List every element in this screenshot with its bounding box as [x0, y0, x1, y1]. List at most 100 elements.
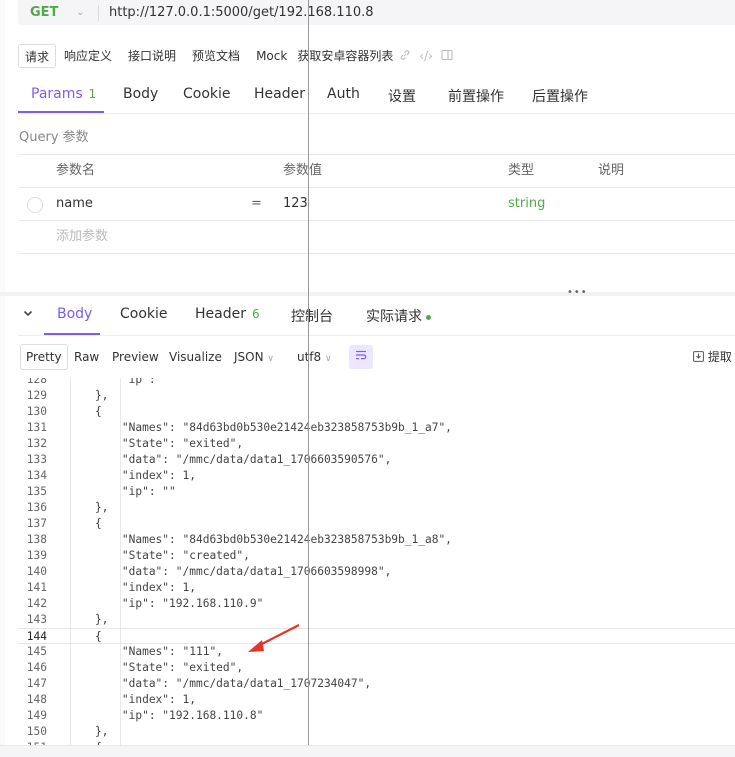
col-param-name: 参数名 [56, 163, 96, 178]
tab-auth[interactable]: Auth [327, 86, 360, 102]
tab-header[interactable]: Header [254, 86, 305, 102]
code-line: 133 "data": "/mmc/data/data1_17066035905… [18, 452, 735, 468]
subtab-mock[interactable]: Mock [248, 44, 295, 68]
params-table: 参数名 参数值 类型 说明 name = 123 string 添加参数 [19, 154, 735, 254]
line-number: 138 [26, 533, 47, 546]
code-text: }, [68, 501, 109, 514]
line-number: 136 [26, 501, 47, 514]
code-text: "ip": "192.168.110.8" [68, 709, 264, 722]
tab-params[interactable]: Params 1 [31, 86, 96, 102]
code-text: "Names": "84d63bd0b530e21424eb323858753b… [68, 421, 452, 434]
code-text: "index": 1, [68, 581, 196, 594]
url-bar: GET ⌄ http://127.0.0.1:5000/get/192.168.… [18, 0, 735, 25]
code-line: 132 "State": "exited", [18, 436, 735, 452]
url-input[interactable]: http://127.0.0.1:5000/get/192.168.110.8 [109, 5, 374, 20]
line-number: 139 [26, 549, 47, 562]
table-row: name = 123 string [19, 188, 735, 221]
response-code-viewer[interactable]: 128 "ip": "" 129 }, 130 {131 "Names": "84d… [18, 378, 735, 745]
line-number: 133 [26, 453, 47, 466]
divider [98, 4, 99, 21]
subtab-request[interactable]: 请求 [18, 44, 57, 68]
code-line: 142 "ip": "192.168.110.9" [18, 596, 735, 612]
line-number: 145 [26, 645, 47, 658]
panel-splitter[interactable] [0, 292, 735, 296]
tab-body[interactable]: Body [123, 86, 158, 102]
link-icon[interactable] [395, 49, 415, 64]
code-line: 140 "data": "/mmc/data/data1_17066035989… [18, 564, 735, 580]
response-tab-body[interactable]: Body [57, 306, 92, 322]
subtab-api-doc[interactable]: 接口说明 [120, 44, 184, 68]
col-description: 说明 [598, 163, 625, 178]
line-number: 140 [26, 565, 47, 578]
extract-button[interactable]: 提取 [693, 344, 732, 370]
code-line: 141 "index": 1, [18, 580, 735, 596]
encoding-select[interactable]: utf8 ∨ [297, 344, 332, 372]
equals-sign: = [251, 196, 262, 211]
view-visualize[interactable]: Visualize [169, 344, 222, 370]
response-tab-header[interactable]: Header 6 [195, 306, 260, 322]
code-text: "ip": "192.168.110.9" [68, 597, 264, 610]
collapse-chevron-icon[interactable] [22, 307, 34, 322]
code-text: "ip": "" [68, 485, 176, 498]
tab-label: Params [31, 86, 83, 102]
line-number: 144 [26, 630, 47, 643]
code-text: "State": "exited", [68, 661, 244, 674]
chevron-down-icon: ∨ [325, 354, 332, 364]
tab-cookie[interactable]: Cookie [183, 86, 231, 102]
params-count-badge: 1 [88, 87, 97, 101]
code-line: 144 { [18, 628, 735, 644]
line-number: 142 [26, 597, 47, 610]
request-subbar: 请求 响应定义 接口说明 预览文档 Mock 获取安卓容器列表 ‹/› [18, 44, 457, 68]
query-section-title: Query 参数 [19, 130, 89, 145]
panel-icon[interactable] [437, 49, 457, 64]
line-number: 149 [26, 709, 47, 722]
wrap-lines-icon[interactable] [349, 345, 373, 369]
response-tabs: Body Cookie Header 6 控制台 实际请求 [0, 306, 735, 336]
tab-label: 实际请求 [366, 309, 422, 325]
response-tab-actual-request[interactable]: 实际请求 [366, 306, 431, 326]
code-line: 143 }, [18, 612, 735, 628]
code-line: 128 "ip": "" [18, 378, 735, 388]
add-param-input[interactable]: 添加参数 [56, 221, 108, 253]
line-number: 148 [26, 693, 47, 706]
view-pretty[interactable]: Pretty [20, 344, 68, 370]
chevron-down-icon: ∨ [267, 354, 274, 364]
subtab-response-def[interactable]: 响应定义 [56, 44, 120, 68]
chevron-down-icon[interactable]: ⌄ [76, 7, 98, 18]
code-text: { [68, 517, 102, 530]
drag-handle-icon[interactable]: ••• [567, 287, 588, 298]
code-text: "data": "/mmc/data/data1_1707234047", [68, 677, 372, 690]
param-value-field[interactable]: 123 [283, 188, 308, 220]
line-number: 128 [26, 378, 47, 386]
format-select[interactable]: JSON ∨ [234, 344, 274, 372]
response-toolbar: Pretty Raw Preview Visualize JSON ∨ utf8… [19, 344, 735, 370]
method-select[interactable]: GET [18, 5, 76, 20]
code-line: 139 "State": "created", [18, 548, 735, 564]
row-checkbox[interactable] [27, 197, 43, 213]
status-bar [0, 745, 735, 757]
response-tab-console[interactable]: 控制台 [291, 306, 333, 326]
code-icon[interactable]: ‹/› [415, 49, 437, 63]
tab-post-ops[interactable]: 后置操作 [532, 86, 588, 106]
param-name-field[interactable]: name [56, 188, 93, 220]
table-header: 参数名 参数值 类型 说明 [19, 155, 735, 188]
code-line: 129 }, [18, 388, 735, 404]
code-line: 145 "Names": "111", [18, 644, 735, 660]
tab-settings[interactable]: 设置 [388, 86, 416, 106]
response-tab-cookie[interactable]: Cookie [120, 306, 168, 322]
extract-icon [693, 350, 704, 364]
code-text: "index": 1, [68, 693, 196, 706]
param-type-select[interactable]: string [508, 188, 545, 220]
view-raw[interactable]: Raw [74, 344, 99, 370]
header-count-badge: 6 [251, 307, 260, 321]
subtab-preview-doc[interactable]: 预览文档 [184, 44, 248, 68]
code-line: 134 "index": 1, [18, 468, 735, 484]
status-dot [426, 314, 431, 320]
format-value: JSON [234, 350, 264, 364]
tab-pre-ops[interactable]: 前置操作 [448, 86, 504, 106]
line-number: 137 [26, 517, 47, 530]
code-text: }, [68, 725, 109, 738]
view-preview[interactable]: Preview [112, 344, 159, 370]
line-number: 132 [26, 437, 47, 450]
divider [18, 335, 735, 336]
